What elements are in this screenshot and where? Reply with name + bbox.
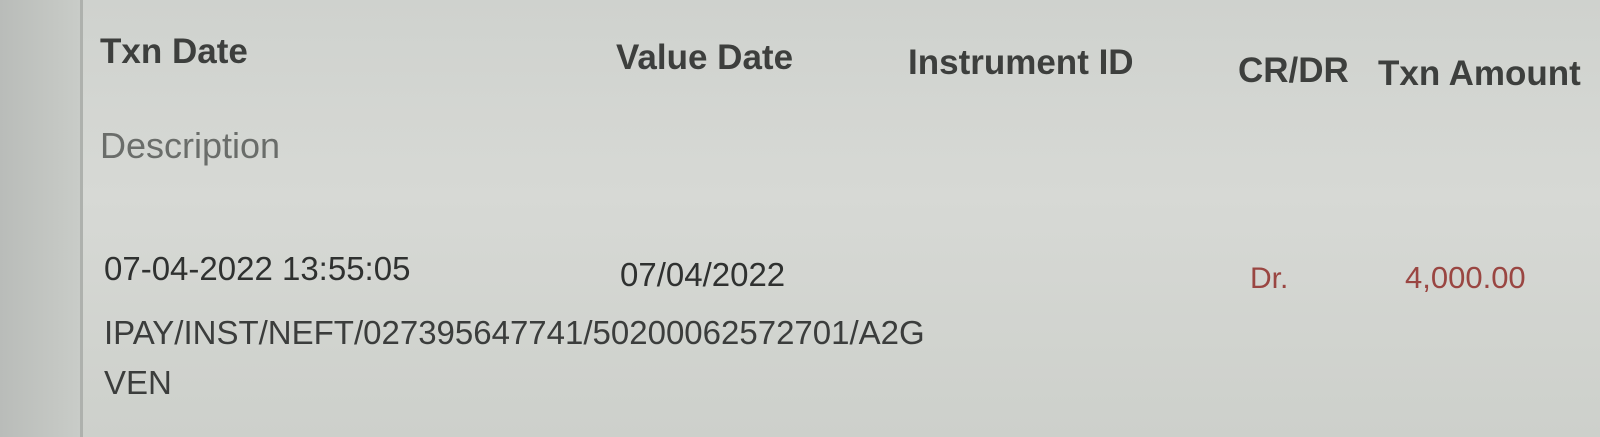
- description-line-1: IPAY/INST/NEFT/027395647741/502000625727…: [104, 314, 925, 351]
- header-value-date: Value Date: [616, 38, 794, 77]
- value-date-cell: 07/04/2022: [620, 256, 786, 293]
- transaction-statement-view: Txn Date Value Date Instrument ID CR/DR …: [0, 0, 1600, 437]
- cr-dr-cell: Dr.: [1250, 262, 1289, 295]
- description-line-2: VEN: [104, 364, 172, 401]
- left-margin-panel: [0, 0, 80, 437]
- table-header: Txn Date Value Date Instrument ID CR/DR …: [80, 0, 1600, 120]
- header-txn-date: Txn Date: [100, 32, 248, 71]
- txn-amount-cell: 4,000.00: [1405, 260, 1526, 295]
- header-txn-amount: Txn Amount: [1378, 54, 1581, 93]
- header-cr-dr: CR/DR: [1238, 51, 1349, 90]
- txn-date-cell: 07-04-2022 13:55:05: [104, 250, 411, 287]
- header-instrument-id: Instrument ID: [908, 43, 1134, 82]
- description-cell: IPAY/INST/NEFT/027395647741/502000625727…: [104, 308, 1204, 408]
- header-description: Description: [100, 125, 281, 166]
